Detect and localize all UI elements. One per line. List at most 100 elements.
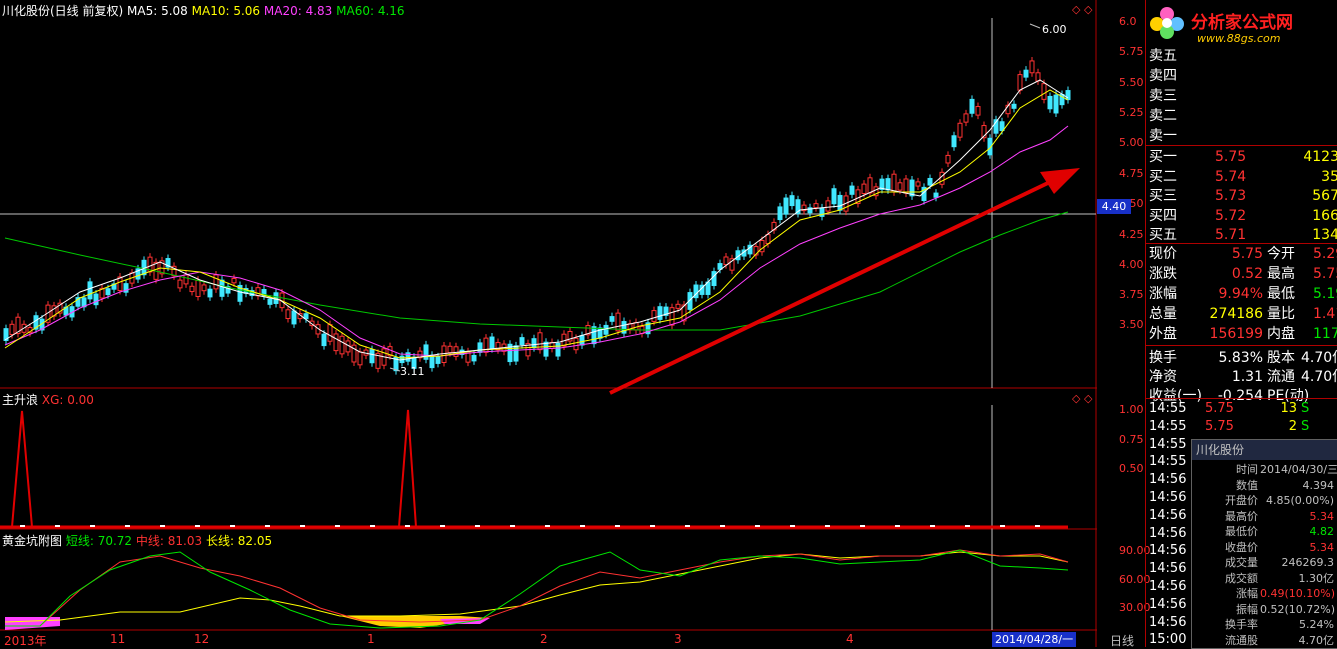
price-axis-label: 3.75 [1119, 288, 1144, 301]
candle [369, 349, 375, 364]
xg-marker [20, 525, 25, 527]
x-axis-label: 12 [194, 632, 210, 646]
stat-value: 117987 [1313, 326, 1337, 342]
price-axis-label: 6.0 [1119, 15, 1137, 28]
stat-key: 股本 [1267, 350, 1295, 366]
xg-marker [930, 525, 935, 527]
zsl-spike-1 [11, 410, 33, 528]
logo: 分析家公式网 www.88gs.com [1147, 2, 1337, 50]
candle [1035, 72, 1041, 82]
xg-marker [1000, 525, 1005, 527]
ask-label: 卖三 [1149, 88, 1177, 104]
xg-marker [755, 525, 760, 527]
candle [333, 333, 339, 352]
indicator2-title: 黄金坑附图 短线: 70.72 中线: 81.03 长线: 82.05 [2, 532, 272, 549]
tooltip-value: 4.85(0.00%) [1265, 494, 1334, 507]
stat-value: 156199 [1209, 326, 1263, 342]
candle [1047, 95, 1053, 110]
tooltip-key: 流通股 [1225, 633, 1258, 647]
tick-time: 14:56 [1149, 614, 1187, 630]
candle [711, 271, 717, 286]
ind1-axis-label: 0.50 [1119, 462, 1144, 475]
stat-key: 最高 [1267, 266, 1295, 282]
tick-time: 14:55 [1149, 401, 1187, 416]
ma5-value: MA5: 5.08 [127, 4, 188, 18]
stat-key: 量比 [1267, 306, 1295, 322]
price-axis-label: 5.50 [1119, 76, 1144, 89]
stock-name-period: 川化股份(日线 前复权) [2, 4, 124, 18]
candle [783, 197, 789, 215]
candle [963, 113, 969, 123]
data-tooltip-window[interactable]: 川化股份 时间 2014/04/30/三 数值 4.394 开盘价 4.85(0.00%)… [1191, 439, 1337, 649]
candle [999, 121, 1005, 132]
bid-volume: 134 [1312, 227, 1337, 243]
xg-marker [405, 525, 410, 527]
stat-key: 净资 [1149, 369, 1177, 385]
tick-time: 14:55 [1149, 418, 1187, 434]
candle [579, 335, 585, 346]
tooltip-key: 涨幅 [1236, 587, 1258, 600]
ask-label: 卖二 [1149, 108, 1177, 124]
stat-key: 涨幅 [1149, 286, 1177, 302]
tooltip-row: 换手率 5.24% [1194, 617, 1334, 633]
cursor-date-tag: 2014/04/28/一 [992, 632, 1077, 647]
x-axis-label: 2013年 [4, 634, 47, 648]
indicator1-name: 主升浪 [2, 393, 39, 407]
stat-key: 最低 [1267, 286, 1295, 302]
tooltip-key: 最低价 [1225, 525, 1258, 538]
candlesticks [3, 56, 1071, 375]
tick-volume: 13 [1280, 401, 1297, 416]
stat-value: 4.70亿 [1301, 350, 1337, 366]
stat-value: 1.41 [1313, 306, 1337, 322]
stat-key: 换手 [1149, 350, 1177, 366]
candle [177, 279, 183, 289]
chart-settings-icon[interactable]: ◇ ◇ [1072, 3, 1092, 16]
tick-side: S [1301, 418, 1310, 434]
indicator1-settings-icon[interactable]: ◇ ◇ [1072, 392, 1092, 405]
tooltip-key: 数值 [1236, 478, 1258, 492]
low-price-label: 3.11 [400, 365, 425, 378]
tooltip-row: 收盘价 5.34 [1194, 540, 1334, 556]
candle [183, 274, 189, 285]
candle [945, 154, 951, 164]
xg-marker [720, 525, 725, 527]
candle [285, 309, 291, 320]
bid-label: 买五 [1149, 227, 1177, 243]
candle [1017, 74, 1023, 91]
candle [213, 274, 219, 290]
high-price-label: 6.00 [1042, 23, 1067, 36]
kline-chart[interactable]: 6.00 3.11 [0, 0, 1097, 647]
tooltip-row: 成交量 246269.3 [1194, 555, 1334, 571]
xg-marker [160, 525, 165, 527]
price-axis-label: 5.00 [1119, 136, 1144, 149]
price-axis-label: 5.25 [1119, 106, 1144, 119]
price-axis-label: 4.00 [1119, 258, 1144, 271]
hjk-magenta-fill-1 [5, 617, 60, 630]
price-axis-label: 4.25 [1119, 228, 1144, 241]
tooltip-key: 振幅 [1236, 602, 1258, 616]
ask-label: 卖一 [1149, 128, 1177, 144]
candle [975, 106, 981, 116]
candle [897, 182, 903, 191]
stat-key: 现价 [1149, 246, 1177, 262]
candle [93, 293, 99, 306]
main-chart-title: 川化股份(日线 前复权) MA5: 5.08 MA10: 5.06 MA20: … [2, 2, 405, 19]
tooltip-value: 246269.3 [1281, 556, 1335, 569]
period-label[interactable]: 日线 [1110, 632, 1134, 649]
tooltip-row: 时间 2014/04/30/三 [1194, 462, 1337, 478]
candle [939, 171, 945, 185]
candle [447, 345, 453, 354]
xg-marker [895, 525, 900, 527]
candle [657, 306, 663, 320]
candle [603, 324, 609, 335]
candle [951, 135, 957, 148]
tick-price: 5.75 [1205, 401, 1234, 416]
candle [255, 287, 261, 297]
ask-label: 卖四 [1149, 68, 1177, 84]
candle [933, 192, 939, 198]
candle [87, 281, 93, 300]
xg-marker [55, 525, 60, 527]
stat-value: 274186 [1209, 306, 1263, 322]
candle [927, 177, 933, 186]
candle [831, 188, 837, 205]
